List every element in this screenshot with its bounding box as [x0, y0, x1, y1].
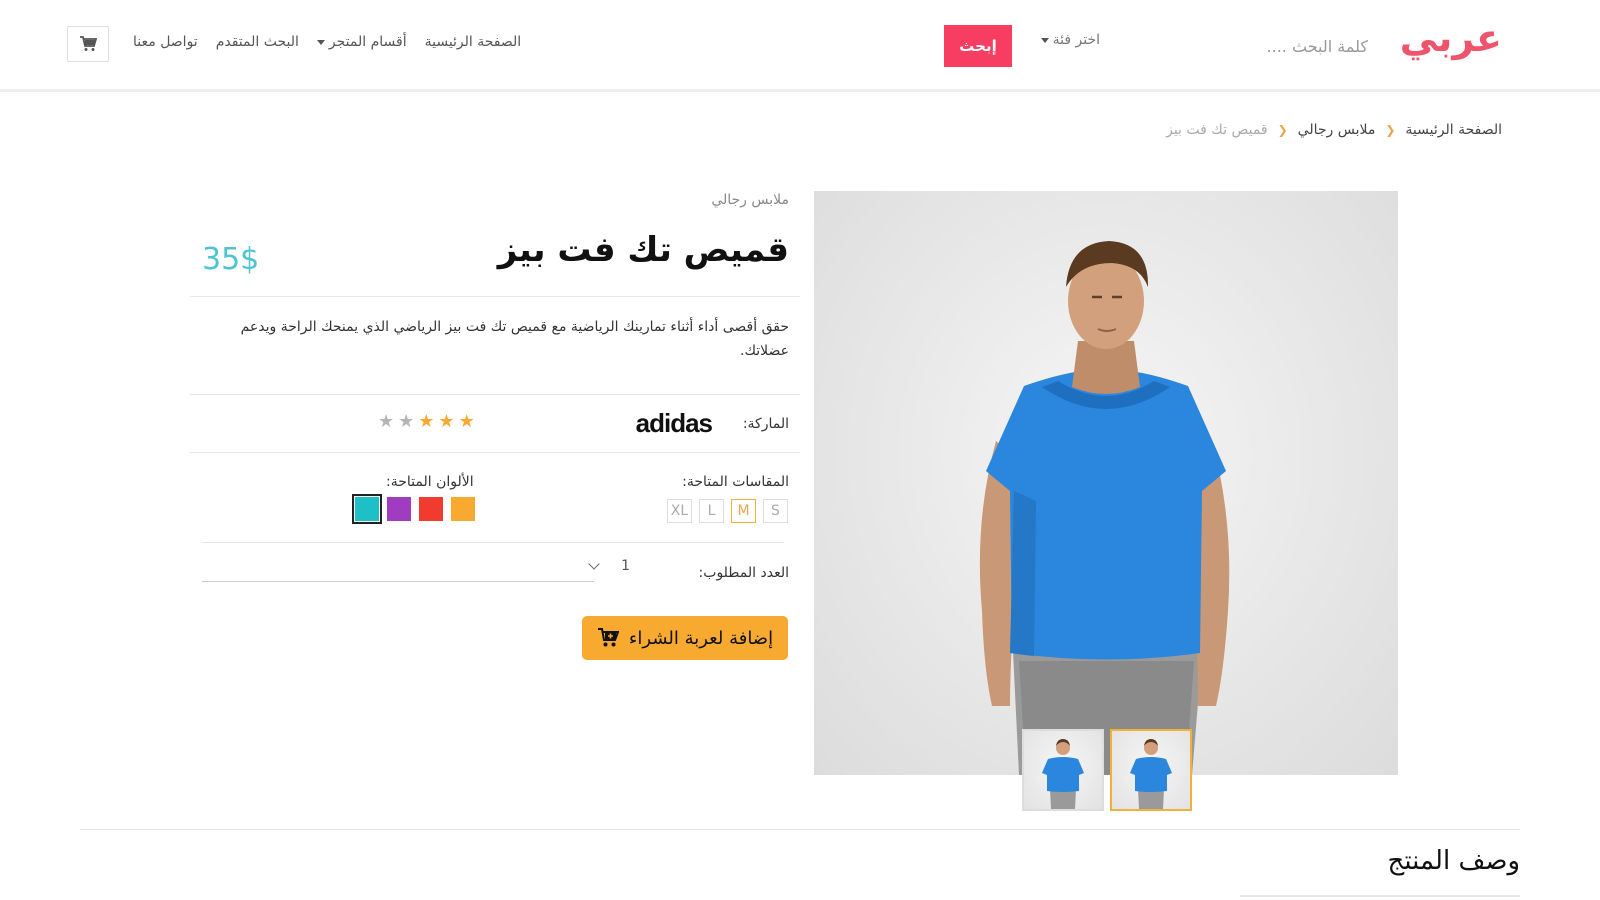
chevron-down-icon — [588, 558, 600, 570]
section-title: وصف المنتج — [1387, 846, 1520, 876]
sizes-label: المقاسات المتاحة: — [682, 474, 789, 490]
quantity-select[interactable]: 1 — [202, 556, 630, 582]
nav-item-contact[interactable]: تواصل معنا — [133, 34, 198, 50]
category-select[interactable]: اختر فئة — [1040, 32, 1100, 48]
size-option[interactable]: XL — [667, 499, 692, 523]
divider — [202, 542, 784, 543]
cart-icon — [80, 36, 97, 51]
quantity-value: 1 — [621, 558, 630, 574]
color-swatch[interactable] — [352, 494, 382, 524]
product-thumbnail-active[interactable] — [1110, 729, 1192, 811]
search-input[interactable] — [1198, 26, 1368, 66]
product-thumbnail[interactable] — [1022, 729, 1104, 811]
caret-down-icon — [1040, 37, 1049, 43]
breadcrumb-home[interactable]: الصفحة الرئيسية — [1405, 122, 1502, 138]
main-nav: الصفحة الرئيسية أقسام المتجر البحث المتق… — [133, 34, 521, 50]
cart-plus-icon — [597, 628, 619, 647]
section-divider — [80, 829, 1520, 830]
cart-button[interactable] — [67, 26, 109, 62]
nav-item-advanced-search[interactable]: البحث المتقدم — [216, 34, 299, 50]
star-icon: ★ — [378, 411, 395, 432]
section-underline — [1240, 895, 1520, 897]
search-button[interactable]: إبحث — [944, 25, 1012, 67]
nav-item-home[interactable]: الصفحة الرئيسية — [425, 34, 522, 50]
quantity-label: العدد المطلوب: — [698, 565, 789, 581]
size-option[interactable]: S — [763, 499, 788, 523]
breadcrumb: الصفحة الرئيسية ❮ ملابس رجالي ❮ قميص تك … — [1166, 122, 1502, 138]
site-logo[interactable]: عربي — [1400, 16, 1502, 60]
breadcrumb-current: قميص تك فت بيز — [1166, 122, 1268, 138]
thumbnail-photo — [1130, 739, 1172, 809]
nav-item-label: الصفحة الرئيسية — [424, 34, 522, 50]
size-option[interactable]: L — [699, 499, 724, 523]
size-option[interactable]: M — [731, 499, 756, 523]
divider — [190, 296, 800, 297]
product-rating: ★ ★ ★ ★ ★ — [378, 412, 475, 432]
nav-item-label: تواصل معنا — [133, 34, 198, 50]
color-options — [352, 494, 475, 524]
category-select-label: اختر فئة — [1052, 32, 1100, 48]
add-to-cart-button[interactable]: إضافة لعربة الشراء — [582, 616, 788, 660]
divider — [190, 394, 800, 395]
size-options: S M L XL — [667, 499, 788, 523]
product-description: حقق أقصى أداء أثناء تمارينك الرياضية مع … — [240, 319, 789, 359]
divider — [190, 452, 800, 453]
breadcrumb-category[interactable]: ملابس رجالي — [1298, 122, 1376, 138]
brand-label: الماركة: — [742, 416, 789, 432]
star-icon: ★ — [438, 411, 455, 432]
color-swatch[interactable] — [387, 497, 411, 521]
nav-item-label: البحث المتقدم — [215, 34, 299, 50]
add-to-cart-label: إضافة لعربة الشراء — [628, 627, 774, 649]
brand-logo: adidas — [635, 408, 713, 438]
model-photo — [979, 241, 1230, 775]
colors-label: الألوان المتاحة: — [386, 474, 474, 490]
product-title: قميص تك فت بيز — [497, 230, 789, 270]
star-icon: ★ — [458, 411, 475, 432]
site-header: عربي اختر فئة إبحث الصفحة الرئيسية أقسام… — [0, 0, 1600, 92]
caret-down-icon — [316, 39, 325, 45]
thumbnail-photo — [1042, 739, 1084, 809]
product-main-image[interactable] — [814, 191, 1398, 775]
star-icon: ★ — [398, 411, 415, 432]
product-category[interactable]: ملابس رجالي — [711, 192, 789, 208]
nav-item-store-sections[interactable]: أقسام المتجر — [316, 34, 407, 50]
chevron-left-icon: ❮ — [1385, 123, 1396, 137]
nav-item-label: أقسام المتجر — [328, 34, 407, 50]
color-swatch[interactable] — [451, 497, 475, 521]
color-swatch[interactable] — [419, 497, 443, 521]
product-price: 35$ — [202, 242, 260, 277]
star-icon: ★ — [418, 411, 435, 432]
chevron-left-icon: ❮ — [1277, 123, 1288, 137]
